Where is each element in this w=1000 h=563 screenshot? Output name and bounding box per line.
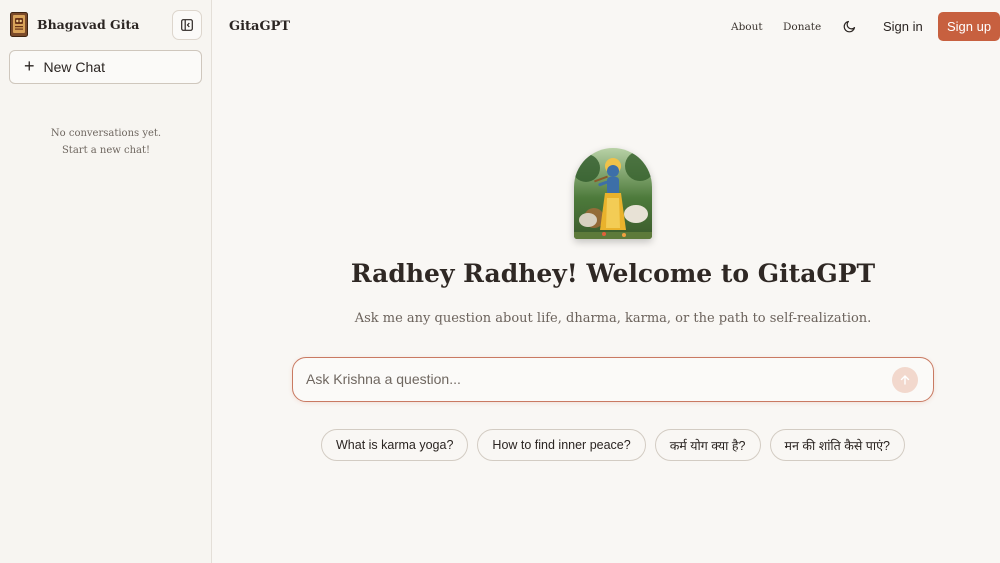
question-input[interactable] xyxy=(306,358,866,400)
sidebar-brand[interactable]: Bhagavad Gita xyxy=(10,12,139,37)
empty-line-2: Start a new chat! xyxy=(61,145,151,156)
donate-link[interactable]: Donate xyxy=(783,21,821,33)
question-box xyxy=(292,357,934,402)
collapse-sidebar-button[interactable] xyxy=(172,10,202,40)
sidebar-toggle-icon xyxy=(181,19,193,31)
send-button[interactable] xyxy=(892,367,918,393)
empty-line-1: No conversations yet. xyxy=(50,128,162,139)
top-bar: GitaGPT About Donate Sign in Sign up xyxy=(213,0,1000,54)
welcome-subtitle: Ask me any question about life, dharma, … xyxy=(354,311,872,326)
suggestion-chip[interactable]: What is karma yoga? xyxy=(321,429,469,461)
brand-name: Bhagavad Gita xyxy=(37,17,140,32)
book-icon xyxy=(10,12,28,37)
sidebar: Bhagavad Gita + New Chat No conversation… xyxy=(0,0,212,563)
suggestion-chips: What is karma yoga? How to find inner pe… xyxy=(213,429,1000,461)
arrow-up-icon xyxy=(900,375,910,385)
suggestion-chip[interactable]: मन की शांति कैसे पाएं? xyxy=(769,429,905,461)
about-link[interactable]: About xyxy=(731,21,763,33)
plus-icon: + xyxy=(24,56,35,76)
krishna-avatar xyxy=(574,148,652,239)
suggestion-chip[interactable]: कर्म योग क्या है? xyxy=(654,429,761,461)
app-title[interactable]: GitaGPT xyxy=(229,19,290,34)
sign-in-link[interactable]: Sign in xyxy=(883,19,923,34)
new-chat-button[interactable]: + New Chat xyxy=(9,50,202,84)
welcome-heading: Radhey Radhey! Welcome to GitaGPT xyxy=(350,259,876,288)
sign-up-button[interactable]: Sign up xyxy=(938,12,1000,41)
empty-conversations-message: No conversations yet. Start a new chat! xyxy=(0,125,212,159)
suggestion-chip[interactable]: How to find inner peace? xyxy=(477,429,646,461)
new-chat-label: New Chat xyxy=(43,59,105,75)
moon-icon[interactable] xyxy=(843,19,857,33)
